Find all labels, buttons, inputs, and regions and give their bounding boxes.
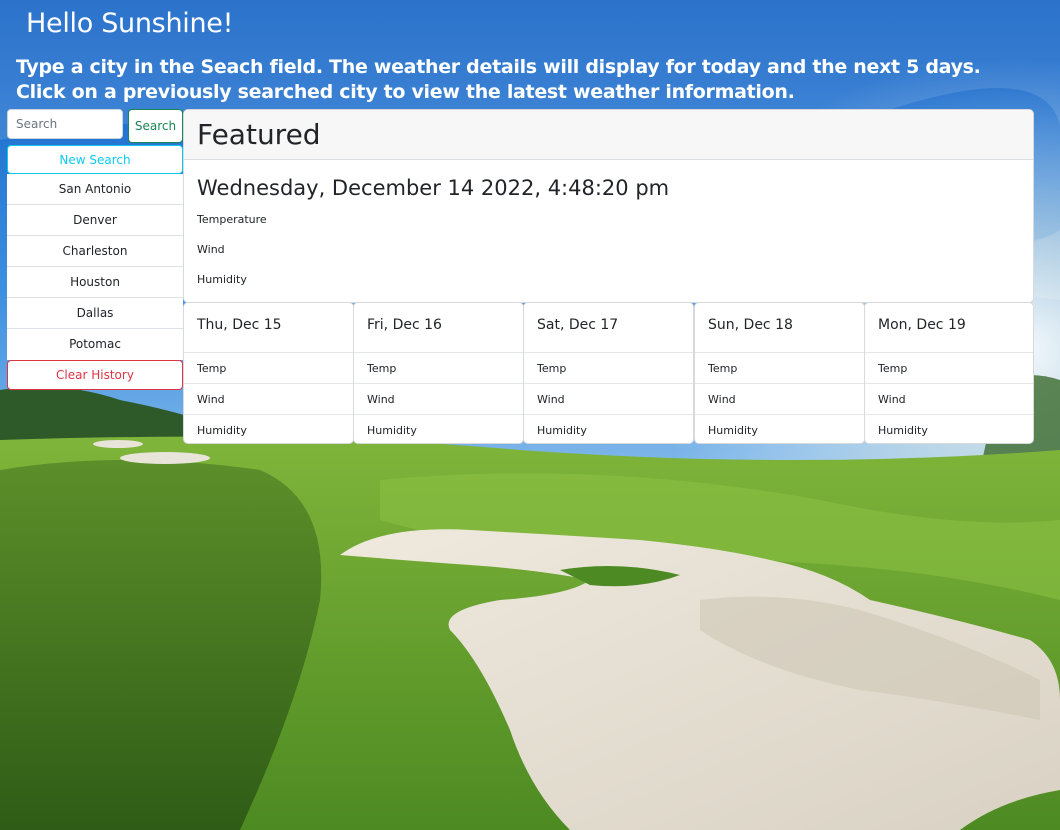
forecast-wind-label: Wind (184, 384, 353, 415)
forecast-wind-label: Wind (695, 384, 864, 415)
search-input[interactable] (7, 109, 123, 139)
search-panel: Search New Search San Antonio Denver Cha… (7, 109, 183, 390)
forecast-wind-label: Wind (354, 384, 523, 415)
forecast-temp-label: Temp (695, 353, 864, 384)
history-city-item[interactable]: Charleston (7, 236, 183, 267)
search-row: Search (7, 109, 183, 145)
page-title: Hello Sunshine! (26, 8, 234, 39)
forecast-temp-label: Temp (865, 353, 1033, 384)
featured-card-body: Wednesday, December 14 2022, 4:48:20 pm … (184, 160, 1033, 302)
forecast-humidity-label: Humidity (197, 424, 247, 437)
history-city-item[interactable]: San Antonio (7, 174, 183, 205)
forecast-wind-label: Wind (524, 384, 693, 415)
featured-card-title: Featured (184, 110, 1033, 160)
wind-label: Wind (197, 243, 225, 256)
history-city-item[interactable]: Potomac (7, 329, 183, 360)
forecast-card: Thu, Dec 15 Temp Wind Humidity (183, 302, 354, 444)
search-history-list: San Antonio Denver Charleston Houston Da… (7, 174, 183, 360)
page: Hello Sunshine! Type a city in the Seach… (0, 0, 1060, 830)
forecast-wind-label: Wind (865, 384, 1033, 415)
humidity-label: Humidity (197, 273, 247, 286)
forecast-day: Sun, Dec 18 (695, 303, 864, 353)
clear-history-button[interactable]: Clear History (7, 360, 183, 390)
forecast-card: Sat, Dec 17 Temp Wind Humidity (523, 302, 694, 444)
history-city-item[interactable]: Denver (7, 205, 183, 236)
forecast-day: Thu, Dec 15 (184, 303, 353, 353)
forecast-day: Fri, Dec 16 (354, 303, 523, 353)
forecast-card: Sun, Dec 18 Temp Wind Humidity (694, 302, 865, 444)
search-button[interactable]: Search (128, 109, 183, 143)
forecast-day: Sat, Dec 17 (524, 303, 693, 353)
forecast-humidity-label: Humidity (878, 424, 928, 437)
temperature-label: Temperature (197, 213, 267, 226)
history-city-item[interactable]: Dallas (7, 298, 183, 329)
forecast-day: Mon, Dec 19 (865, 303, 1033, 353)
history-city-item[interactable]: Houston (7, 267, 183, 298)
forecast-temp-label: Temp (524, 353, 693, 384)
current-date-time: Wednesday, December 14 2022, 4:48:20 pm (197, 176, 670, 200)
instructions-text: Type a city in the Seach field. The weat… (16, 56, 981, 103)
forecast-temp-label: Temp (354, 353, 523, 384)
forecast-humidity-label: Humidity (708, 424, 758, 437)
forecast-card: Fri, Dec 16 Temp Wind Humidity (353, 302, 524, 444)
new-search-button[interactable]: New Search (7, 145, 183, 174)
forecast-temp-label: Temp (184, 353, 353, 384)
featured-weather-card: Featured Wednesday, December 14 2022, 4:… (183, 109, 1034, 303)
forecast-card: Mon, Dec 19 Temp Wind Humidity (864, 302, 1034, 444)
five-day-forecast: Thu, Dec 15 Temp Wind Humidity Fri, Dec … (183, 302, 1034, 444)
forecast-humidity-label: Humidity (537, 424, 587, 437)
forecast-humidity-label: Humidity (367, 424, 417, 437)
